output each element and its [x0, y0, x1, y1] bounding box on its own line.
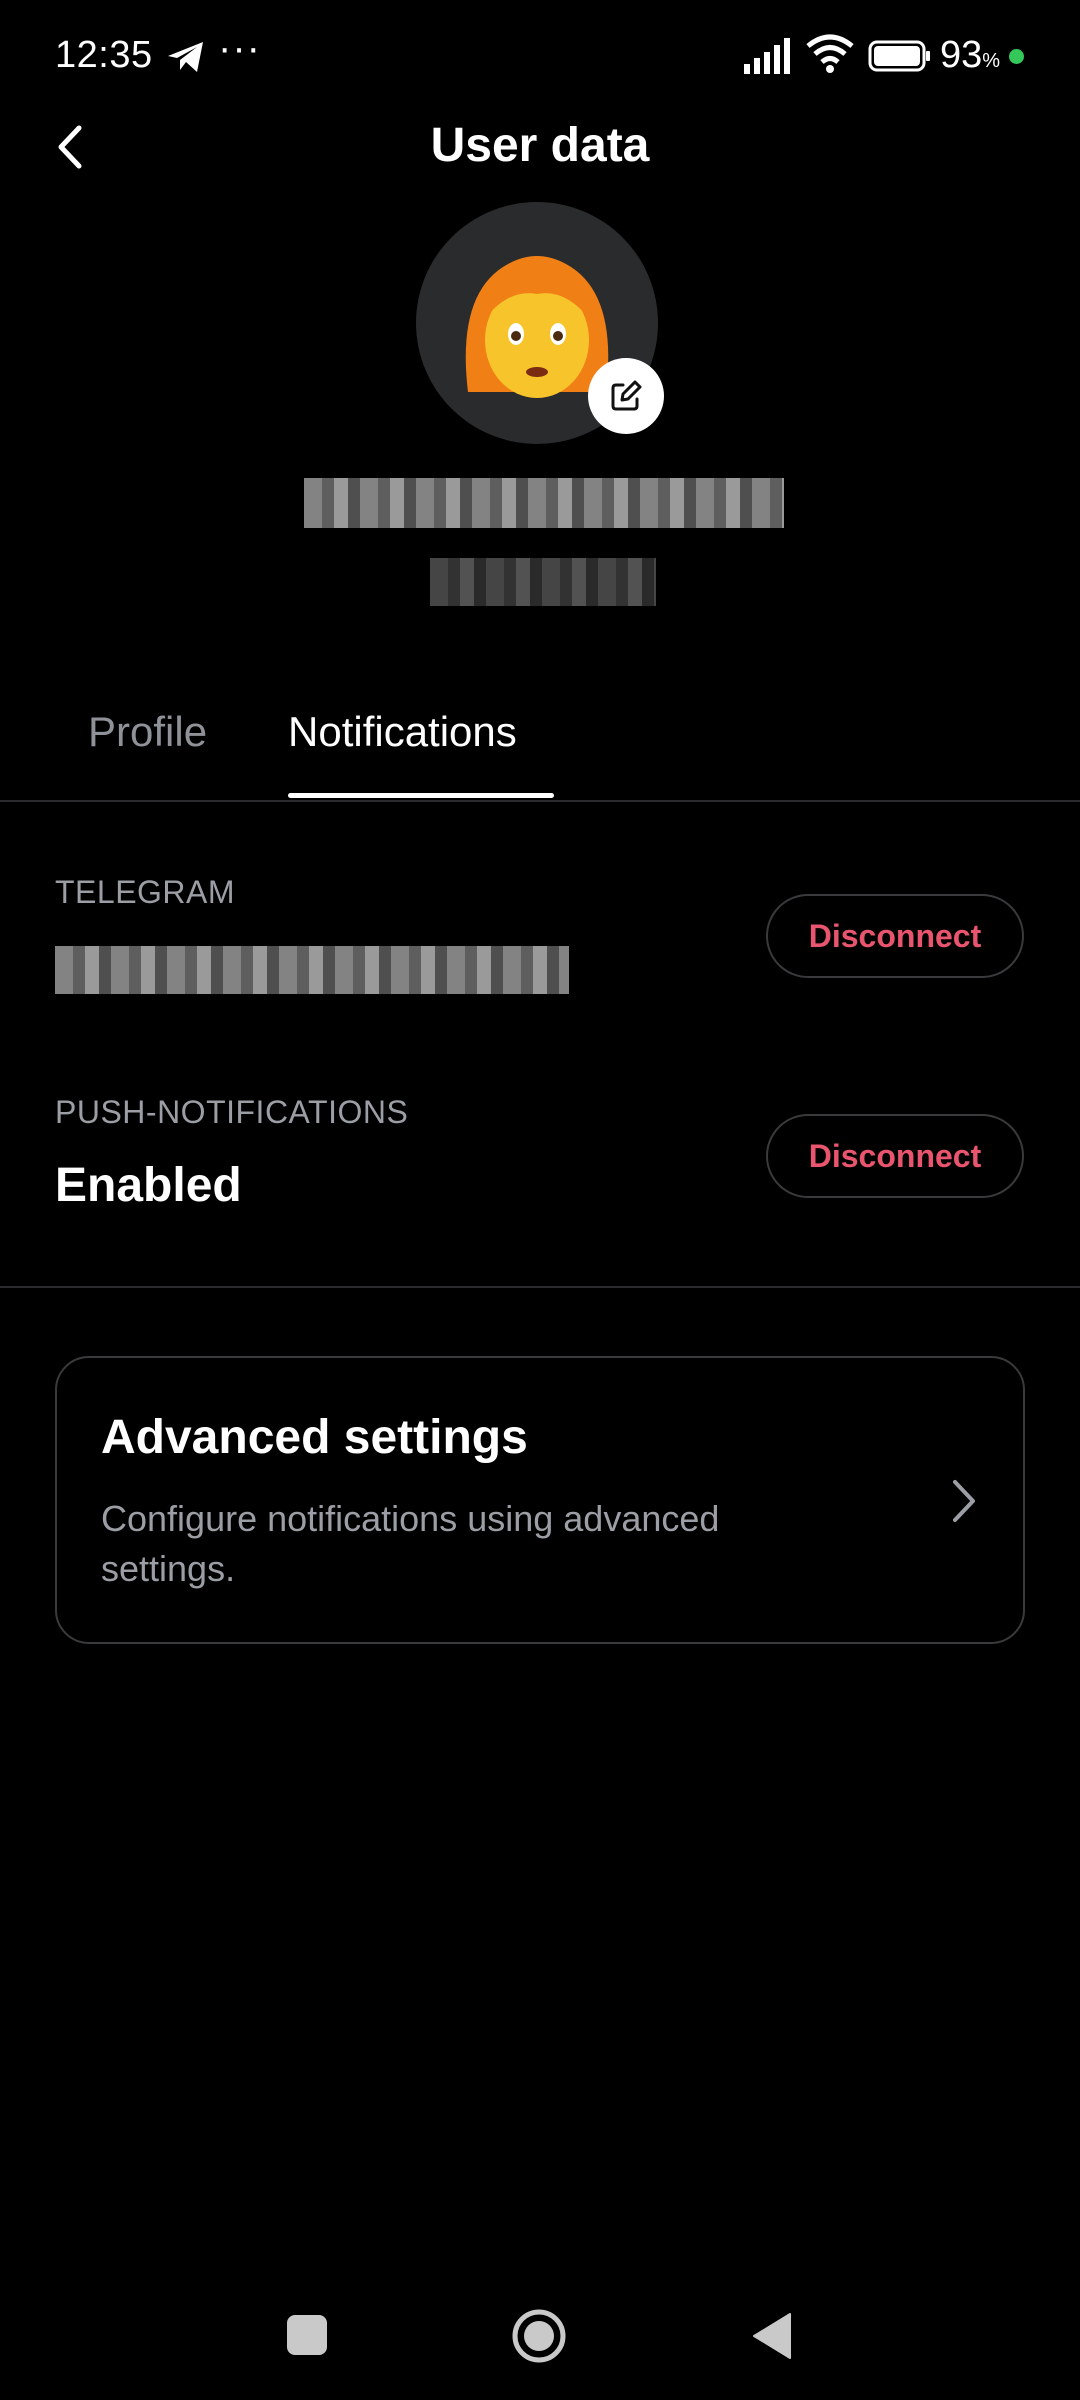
- redacted-user-id: [430, 558, 656, 606]
- telegram-disconnect-button[interactable]: Disconnect: [766, 894, 1024, 978]
- home-button[interactable]: [511, 2308, 567, 2364]
- more-notifications-icon: ···: [218, 26, 261, 70]
- telegram-label: TELEGRAM: [55, 874, 236, 910]
- page-title: User data: [430, 119, 650, 172]
- advanced-settings-description: Configure notifications using advanced s…: [101, 1498, 720, 1589]
- charging-dot-indicator: [1009, 49, 1024, 64]
- push-notifications-status: Enabled: [55, 1159, 242, 1212]
- advanced-settings-card[interactable]: Advanced settings Configure notification…: [55, 1356, 1025, 1644]
- recent-apps-button[interactable]: [287, 2315, 327, 2355]
- signal-icon: [744, 38, 790, 74]
- push-notifications-label: PUSH-NOTIFICATIONS: [55, 1094, 409, 1130]
- battery-icon: [868, 40, 930, 72]
- tab-profile[interactable]: Profile: [88, 708, 207, 756]
- chevron-right-icon: [953, 1480, 975, 1522]
- section-divider: [0, 1286, 1080, 1288]
- redacted-user-name: [304, 478, 784, 528]
- redacted-telegram-account: [55, 946, 569, 994]
- nav-back-button[interactable]: [752, 2312, 792, 2360]
- tab-notifications[interactable]: Notifications: [288, 708, 517, 756]
- tabs-divider: [0, 800, 1080, 802]
- active-tab-indicator: [288, 793, 554, 798]
- telegram-icon: [168, 42, 203, 72]
- status-time: 12:35: [55, 34, 153, 76]
- push-disconnect-button[interactable]: Disconnect: [766, 1114, 1024, 1198]
- wifi-icon: [806, 34, 854, 73]
- advanced-settings-title: Advanced settings: [101, 1411, 528, 1464]
- battery-unit: %: [982, 50, 1001, 72]
- battery-level: 93: [940, 34, 983, 76]
- edit-avatar-button[interactable]: [588, 358, 664, 434]
- edit-icon: [611, 380, 642, 411]
- battery-percentage: 93%: [940, 34, 1000, 77]
